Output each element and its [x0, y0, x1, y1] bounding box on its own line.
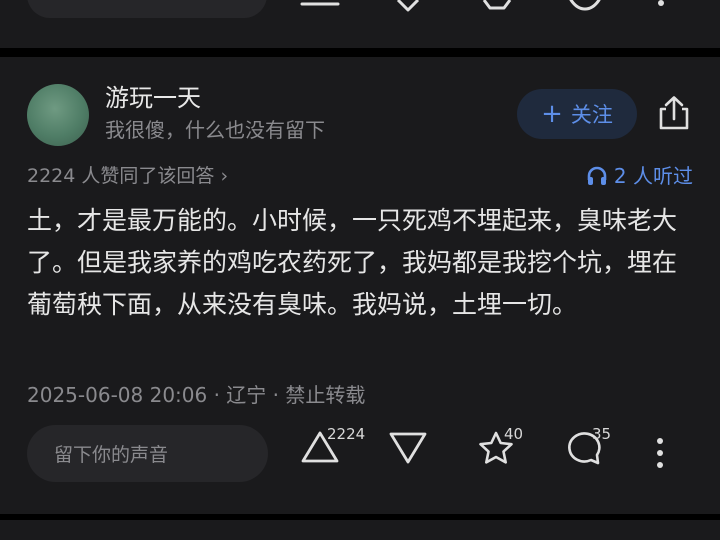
answer-card: 游玩一天 我很傻，什么也没有留下 + 关注 2224 人赞同了该回答 › 2 人…: [0, 57, 720, 514]
previous-favorite-icon[interactable]: [480, 0, 514, 12]
listen-count[interactable]: 2 人听过: [586, 163, 693, 189]
previous-comment-input[interactable]: [27, 0, 267, 18]
upvote-summary-text: 2224 人赞同了该回答: [27, 165, 215, 187]
author-name[interactable]: 游玩一天: [105, 83, 201, 113]
upvote-count: 2224: [327, 425, 366, 443]
downvote-button[interactable]: [388, 429, 428, 465]
chevron-right-icon: ›: [220, 165, 229, 187]
listen-label: 2 人听过: [613, 164, 693, 188]
previous-downvote-icon[interactable]: [392, 0, 424, 12]
favorite-count: 40: [504, 425, 524, 443]
more-icon[interactable]: [653, 437, 667, 469]
follow-label: 关注: [570, 103, 613, 127]
share-icon[interactable]: [655, 94, 693, 132]
previous-more-icon[interactable]: [656, 0, 666, 8]
comment-count: 35: [592, 425, 612, 443]
follow-button[interactable]: + 关注: [517, 89, 637, 139]
previous-answer-card: [0, 0, 720, 48]
answer-content[interactable]: 土，才是最万能的。小时候，一只死鸡不埋起来，臭味老大了。但是我家养的鸡吃农药死了…: [27, 200, 695, 326]
avatar[interactable]: [27, 84, 89, 146]
plus-icon: +: [541, 99, 563, 129]
headphones-icon: [587, 166, 607, 185]
previous-upvote-icon[interactable]: [300, 0, 340, 10]
previous-comment-icon[interactable]: [567, 0, 603, 12]
author-bio: 我很傻，什么也没有留下: [105, 118, 325, 142]
comment-input[interactable]: 留下你的声音: [27, 425, 268, 482]
downvote-icon: [389, 432, 427, 464]
next-answer-card: [0, 520, 720, 540]
answer-meta: 2025-06-08 20:06 · 辽宁 · 禁止转载: [27, 383, 366, 407]
upvote-summary[interactable]: 2224 人赞同了该回答 ›: [27, 163, 228, 189]
